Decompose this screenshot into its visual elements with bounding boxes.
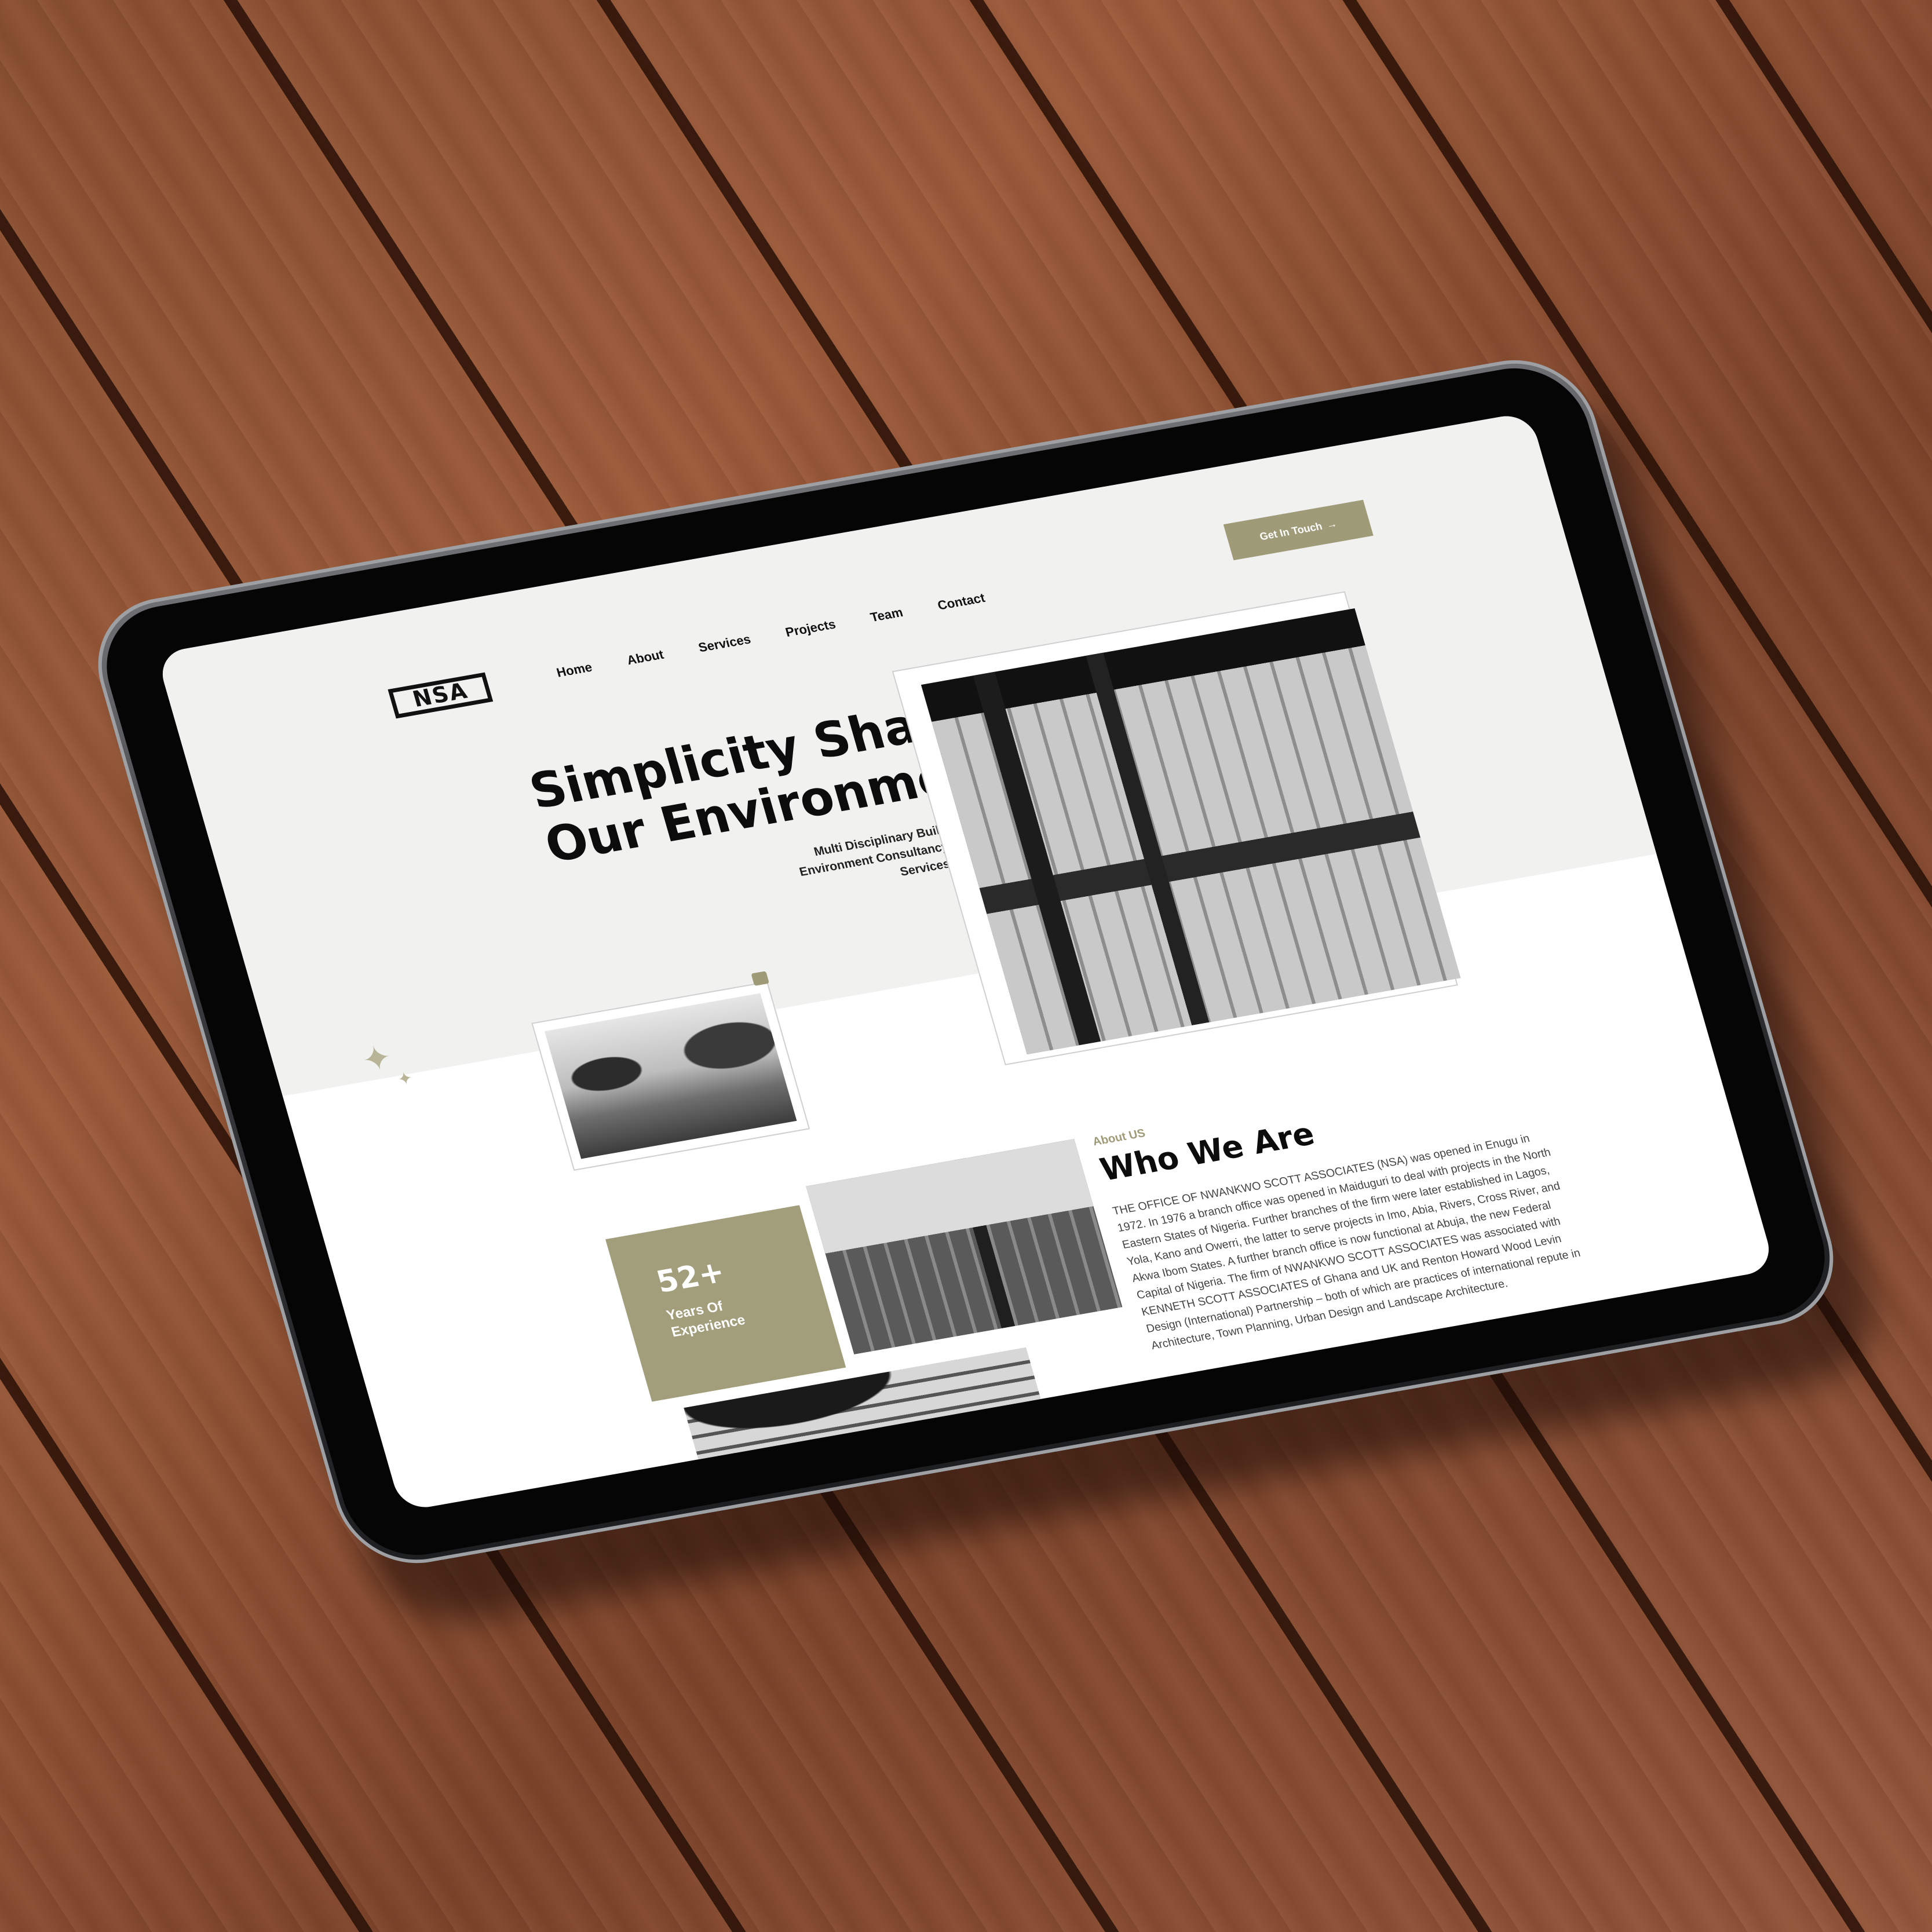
experience-stat-card: 52+ Years Of Experience — [605, 1205, 846, 1402]
arrow-right-icon: → — [1324, 517, 1339, 531]
tablet: NSA Home About Services Projects Team Co… — [80, 348, 1892, 1634]
website-screen: NSA Home About Services Projects Team Co… — [155, 411, 1776, 1512]
experience-label: Years Of Experience — [664, 1298, 747, 1341]
house-photo — [806, 1139, 1123, 1354]
experience-number: 52+ — [652, 1254, 729, 1300]
garden-photo — [544, 993, 797, 1159]
cta-label: Get In Touch — [1258, 520, 1324, 542]
photo-tag — [751, 971, 770, 986]
